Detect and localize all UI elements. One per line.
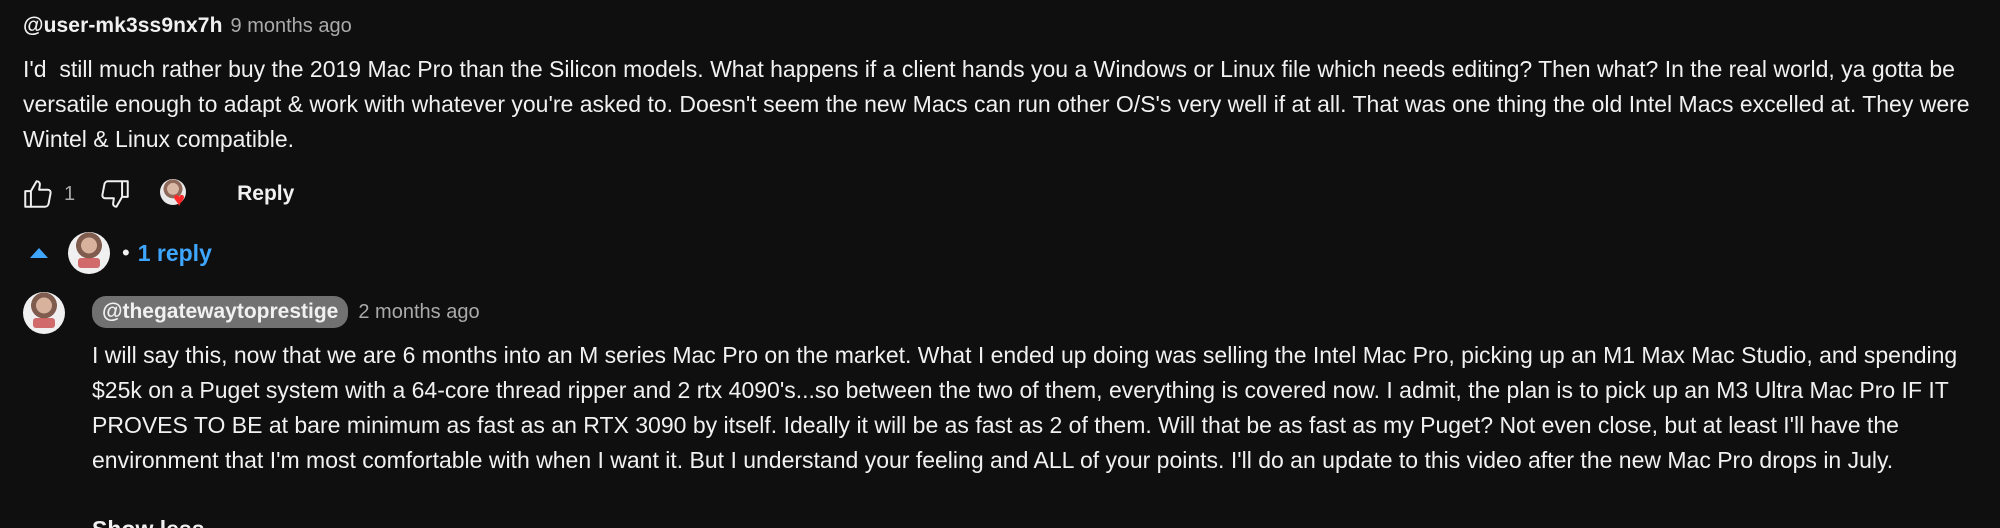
creator-heart-icon[interactable]: ♥ bbox=[157, 176, 193, 212]
comment-author[interactable]: @user-mk3ss9nx7h bbox=[23, 14, 223, 38]
comment-header: @user-mk3ss9nx7h 9 months ago bbox=[23, 14, 352, 38]
reply-count-label: 1 reply bbox=[137, 239, 212, 266]
comments-panel: @user-mk3ss9nx7h 9 months ago I'd still … bbox=[0, 0, 2000, 528]
show-less-button[interactable]: Show less bbox=[92, 516, 204, 528]
replies-toggle-button[interactable]: • 1 reply bbox=[30, 230, 212, 276]
chevron-up-icon bbox=[30, 248, 48, 258]
like-count: 1 bbox=[64, 182, 76, 205]
comment-timestamp[interactable]: 9 months ago bbox=[231, 15, 352, 38]
like-button[interactable] bbox=[20, 176, 56, 212]
reply-author-avatar[interactable] bbox=[23, 292, 65, 334]
separator-dot: • bbox=[122, 240, 130, 265]
comment-text: I'd still much rather buy the 2019 Mac P… bbox=[23, 56, 1976, 152]
reply-author[interactable]: @thegatewaytoprestige bbox=[92, 296, 349, 328]
replier-avatar bbox=[68, 232, 110, 274]
comment-action-bar: 1 ♥ Reply bbox=[20, 174, 294, 214]
thumbs-down-icon bbox=[101, 180, 129, 208]
reply-text: I will say this, now that we are 6 month… bbox=[92, 342, 1964, 473]
thumbs-up-icon bbox=[24, 180, 52, 208]
dislike-button[interactable] bbox=[97, 176, 133, 212]
reply-button[interactable]: Reply bbox=[237, 176, 294, 212]
heart-icon: ♥ bbox=[173, 189, 185, 211]
reply-header: @thegatewaytoprestige 2 months ago bbox=[92, 296, 480, 328]
reply-timestamp[interactable]: 2 months ago bbox=[358, 301, 479, 324]
